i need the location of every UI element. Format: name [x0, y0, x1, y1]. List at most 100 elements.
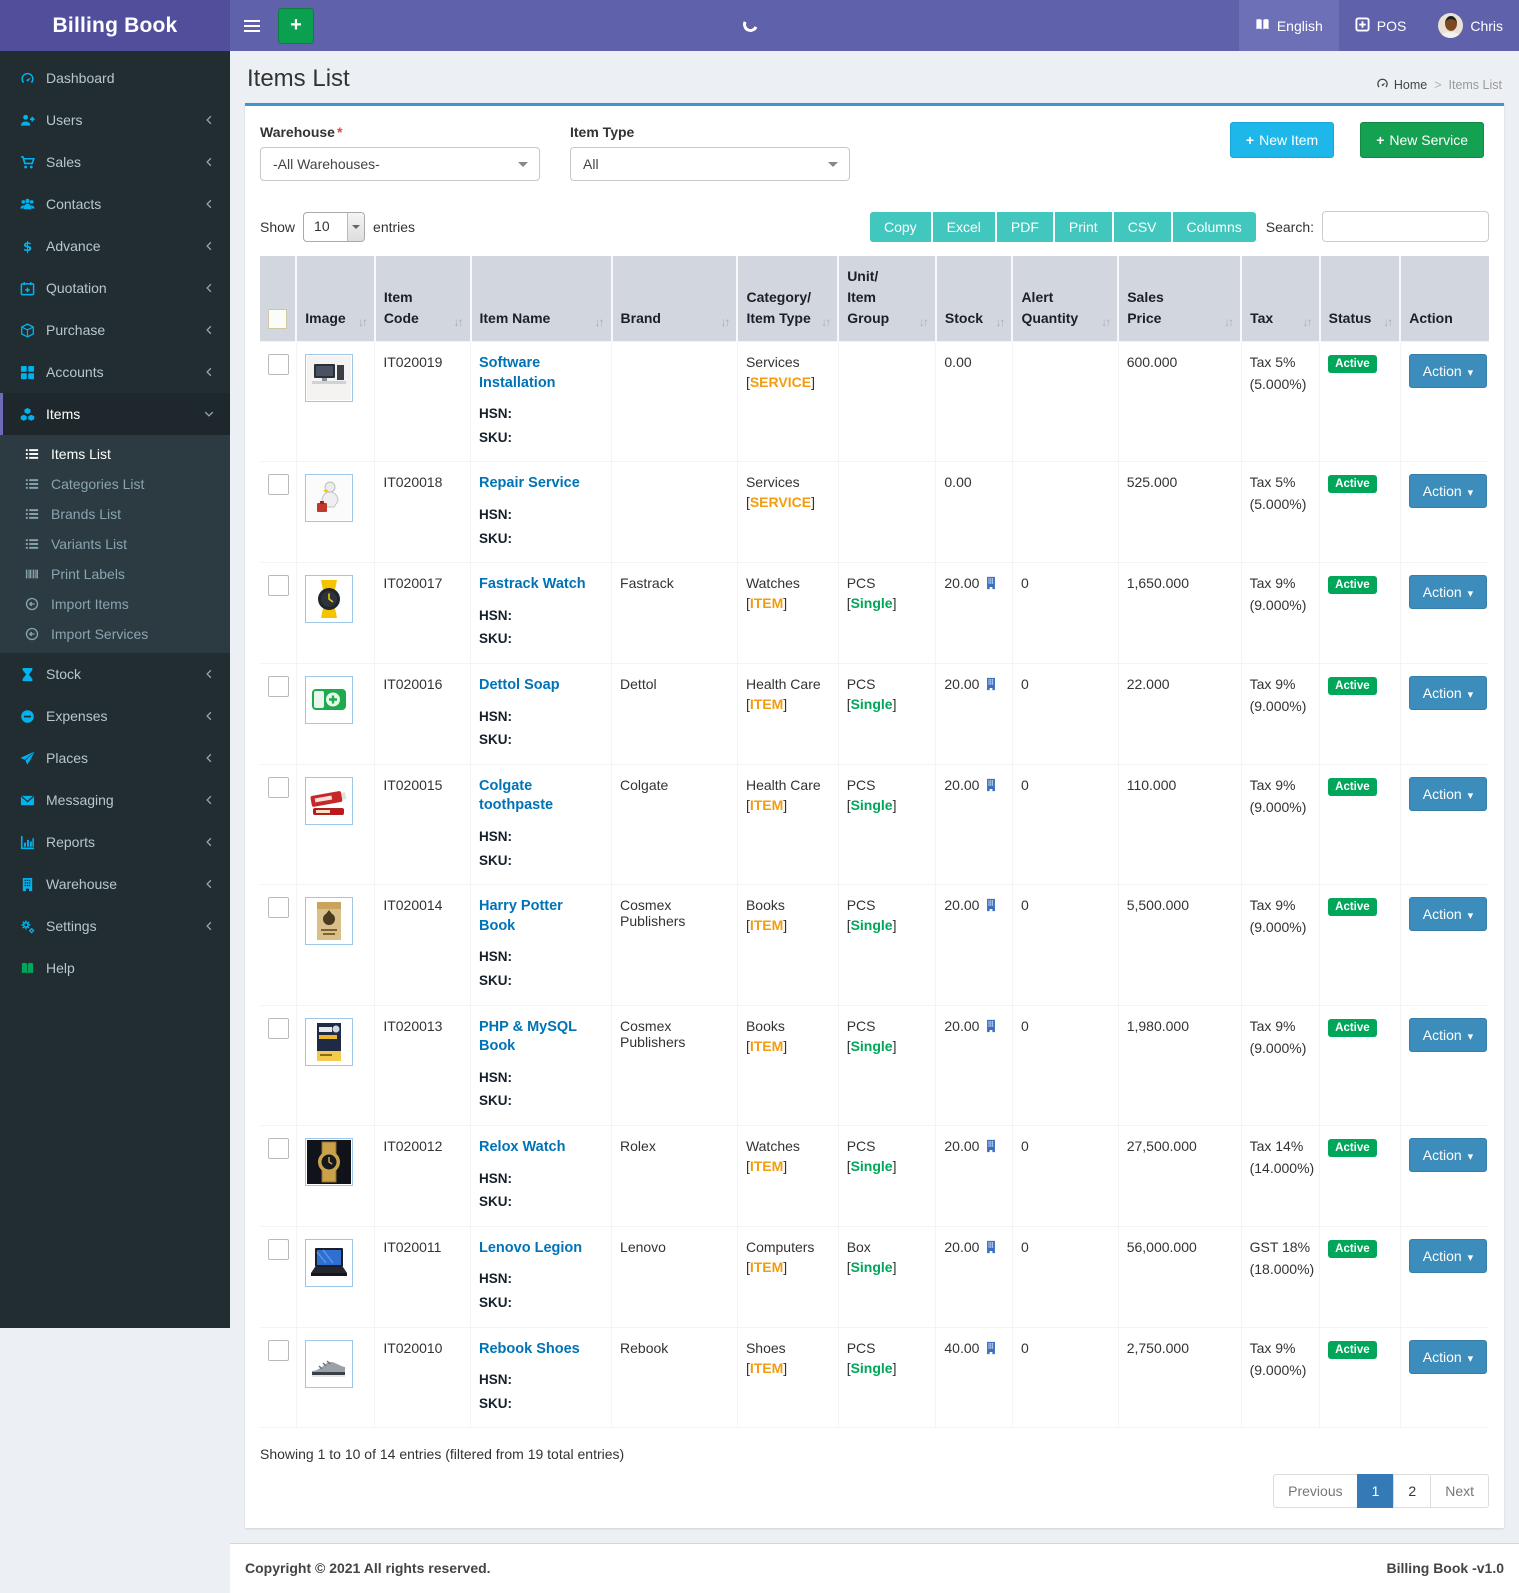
action-dropdown-button[interactable]: Action▾ [1409, 777, 1487, 811]
new-service-button[interactable]: +New Service [1360, 122, 1484, 158]
item-name-link[interactable]: Rebook Shoes [479, 1340, 580, 1360]
column-header-alert-quantity[interactable]: Alert Quantity↓↑ [1012, 256, 1118, 342]
warehouse-stock-icon[interactable] [984, 677, 998, 691]
item-thumbnail[interactable] [305, 1239, 353, 1287]
action-dropdown-button[interactable]: Action▾ [1409, 354, 1487, 388]
user-menu[interactable]: Chris [1422, 0, 1519, 51]
action-dropdown-button[interactable]: Action▾ [1409, 1239, 1487, 1273]
sort-icon[interactable]: ↓↑ [817, 315, 829, 329]
row-checkbox[interactable] [268, 575, 289, 596]
export-excel-button[interactable]: Excel [933, 212, 997, 242]
pos-menu[interactable]: POS [1339, 0, 1423, 51]
sidebar-item-categories-list[interactable]: Categories List [0, 469, 230, 499]
sidebar-item-import-items[interactable]: Import Items [0, 589, 230, 619]
item-thumbnail[interactable] [305, 1138, 353, 1186]
sort-icon[interactable]: ↓↑ [354, 315, 366, 329]
sidebar-item-variants-list[interactable]: Variants List [0, 529, 230, 559]
sort-icon[interactable]: ↓↑ [450, 315, 462, 329]
action-dropdown-button[interactable]: Action▾ [1409, 575, 1487, 609]
item-thumbnail[interactable] [305, 474, 353, 522]
column-header-image[interactable]: Image↓↑ [296, 256, 375, 342]
column-header-stock[interactable]: Stock↓↑ [936, 256, 1013, 342]
sidebar-item-help[interactable]: Help [0, 947, 230, 989]
column-header-item-code[interactable]: Item Code↓↑ [375, 256, 471, 342]
sidebar-item-contacts[interactable]: Contacts [0, 183, 230, 225]
sort-icon[interactable]: ↓↑ [1220, 315, 1232, 329]
sidebar-item-stock[interactable]: Stock [0, 653, 230, 695]
app-logo[interactable]: Billing Book [0, 0, 230, 51]
item-thumbnail[interactable] [305, 354, 353, 402]
warehouse-stock-icon[interactable] [984, 778, 998, 792]
select-all-checkbox[interactable] [268, 309, 287, 329]
item-thumbnail[interactable] [305, 575, 353, 623]
column-header-brand[interactable]: Brand↓↑ [612, 256, 738, 342]
column-header-item-name[interactable]: Item Name↓↑ [471, 256, 612, 342]
action-dropdown-button[interactable]: Action▾ [1409, 676, 1487, 710]
column-header-category-item-type[interactable]: Category/​Item Type↓↑ [737, 256, 838, 342]
action-dropdown-button[interactable]: Action▾ [1409, 1018, 1487, 1052]
warehouse-stock-icon[interactable] [984, 898, 998, 912]
item-name-link[interactable]: Dettol Soap [479, 676, 560, 696]
warehouse-select[interactable]: -All Warehouses- [260, 147, 540, 181]
sort-icon[interactable]: ↓↑ [1299, 315, 1311, 329]
sort-icon[interactable]: ↓↑ [991, 315, 1003, 329]
export-columns-button[interactable]: Columns [1173, 212, 1256, 242]
sidebar-item-brands-list[interactable]: Brands List [0, 499, 230, 529]
sidebar-item-places[interactable]: Places [0, 737, 230, 779]
item-thumbnail[interactable] [305, 777, 353, 825]
export-copy-button[interactable]: Copy [870, 212, 933, 242]
new-item-button[interactable]: +New Item [1230, 122, 1334, 158]
item-type-select[interactable]: All [570, 147, 850, 181]
sidebar-item-settings[interactable]: Settings [0, 905, 230, 947]
column-header-unit-item-group[interactable]: Unit/​Item Group↓↑ [838, 256, 936, 342]
row-checkbox[interactable] [268, 777, 289, 798]
sidebar-item-accounts[interactable]: Accounts [0, 351, 230, 393]
sidebar-item-quotation[interactable]: Quotation [0, 267, 230, 309]
breadcrumb-home-link[interactable]: Home [1376, 77, 1427, 93]
item-name-link[interactable]: Software Installation [479, 354, 603, 393]
warehouse-stock-icon[interactable] [984, 576, 998, 590]
item-name-link[interactable]: Colgate toothpaste [479, 777, 603, 816]
sidebar-item-warehouse[interactable]: Warehouse [0, 863, 230, 905]
item-thumbnail[interactable] [305, 897, 353, 945]
sidebar-item-dashboard[interactable]: Dashboard [0, 57, 230, 99]
row-checkbox[interactable] [268, 1239, 289, 1260]
column-header-status[interactable]: Status↓↑ [1320, 256, 1401, 342]
search-input[interactable] [1322, 211, 1489, 242]
action-dropdown-button[interactable]: Action▾ [1409, 474, 1487, 508]
sidebar-item-messaging[interactable]: Messaging [0, 779, 230, 821]
sidebar-item-import-services[interactable]: Import Services [0, 619, 230, 649]
item-thumbnail[interactable] [305, 1340, 353, 1388]
item-name-link[interactable]: Harry Potter Book [479, 897, 603, 936]
item-name-link[interactable]: PHP & MySQL Book [479, 1018, 603, 1057]
item-name-link[interactable]: Repair Service [479, 474, 580, 494]
page-length-select[interactable]: 10 [303, 212, 365, 242]
action-dropdown-button[interactable]: Action▾ [1409, 1138, 1487, 1172]
row-checkbox[interactable] [268, 474, 289, 495]
row-checkbox[interactable] [268, 897, 289, 918]
sidebar-item-users[interactable]: Users [0, 99, 230, 141]
quick-add-button[interactable]: + [278, 8, 314, 44]
action-dropdown-button[interactable]: Action▾ [1409, 1340, 1487, 1374]
sort-icon[interactable]: ↓↑ [716, 315, 728, 329]
column-header-sales-price[interactable]: Sales Price↓↑ [1118, 256, 1241, 342]
export-print-button[interactable]: Print [1055, 212, 1114, 242]
item-name-link[interactable]: Fastrack Watch [479, 575, 586, 595]
language-menu[interactable]: English [1239, 0, 1339, 51]
warehouse-stock-icon[interactable] [984, 1341, 998, 1355]
row-checkbox[interactable] [268, 1138, 289, 1159]
sort-icon[interactable]: ↓↑ [915, 315, 927, 329]
item-name-link[interactable]: Relox Watch [479, 1138, 565, 1158]
sort-icon[interactable]: ↓↑ [1097, 315, 1109, 329]
sidebar-item-expenses[interactable]: Expenses [0, 695, 230, 737]
pagination-next[interactable]: Next [1430, 1474, 1489, 1508]
warehouse-stock-icon[interactable] [984, 1240, 998, 1254]
sidebar-toggle-icon[interactable] [230, 0, 274, 51]
sort-icon[interactable]: ↓↑ [1379, 315, 1391, 329]
item-thumbnail[interactable] [305, 676, 353, 724]
sidebar-item-items[interactable]: Items [0, 393, 230, 435]
pagination-page-1[interactable]: 1 [1357, 1474, 1395, 1508]
action-dropdown-button[interactable]: Action▾ [1409, 897, 1487, 931]
export-csv-button[interactable]: CSV [1114, 212, 1173, 242]
row-checkbox[interactable] [268, 1018, 289, 1039]
